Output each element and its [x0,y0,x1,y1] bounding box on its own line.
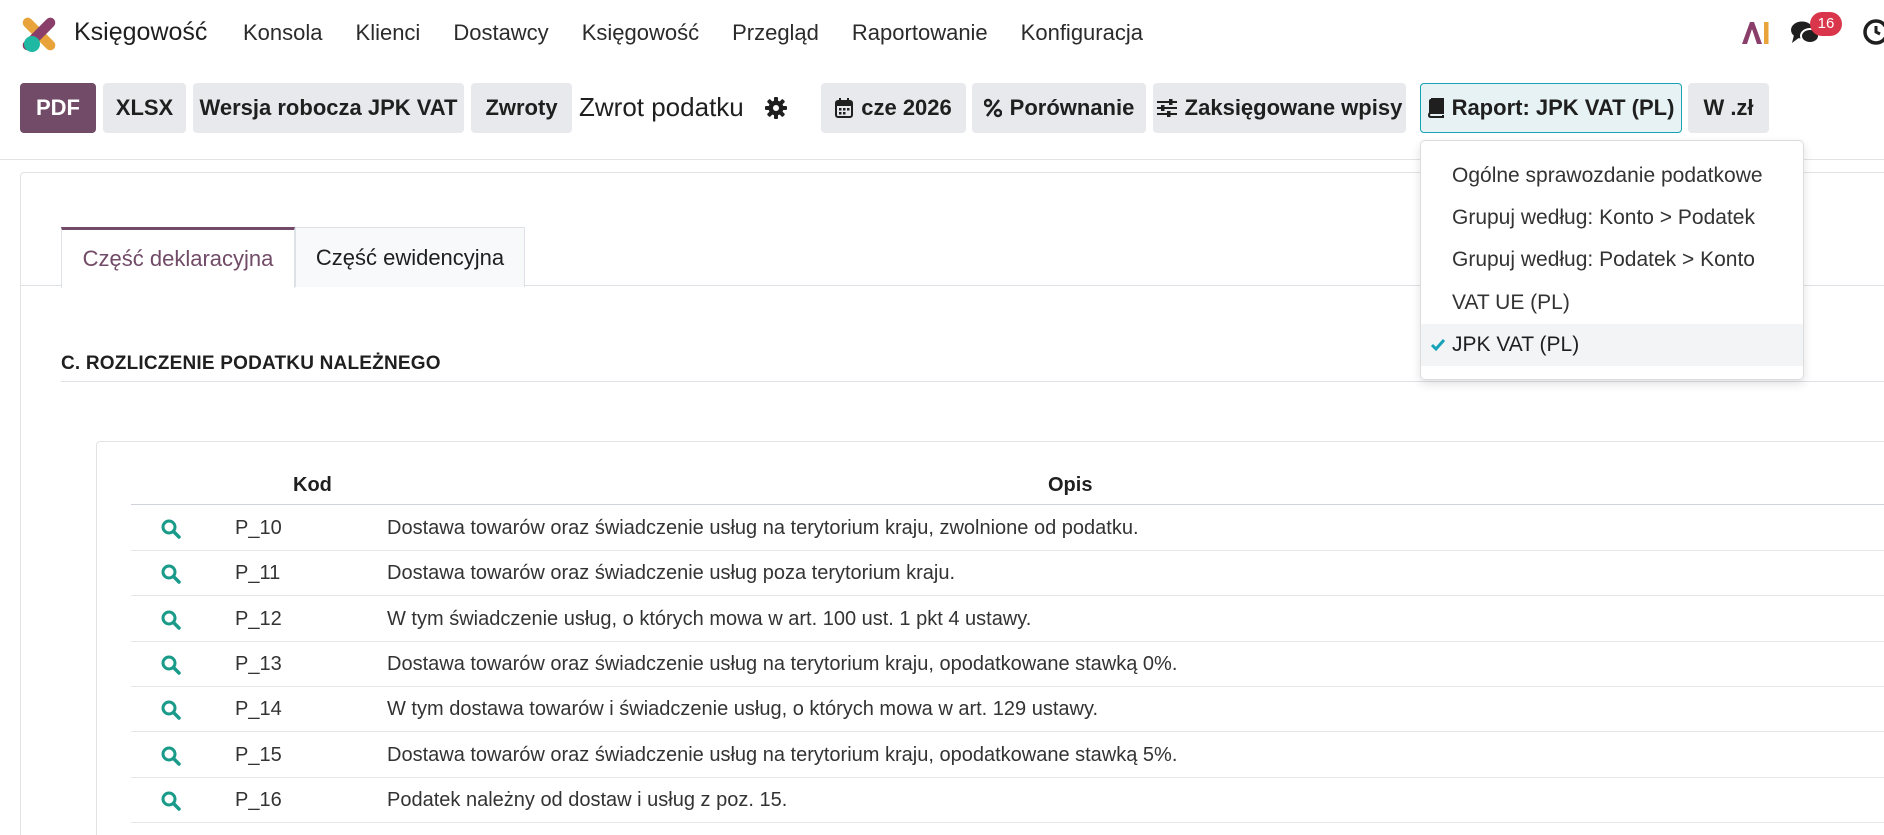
draft-jpk-button[interactable]: Wersja robocza JPK VAT [193,83,464,133]
row-code: P_11 [235,562,281,585]
report-option[interactable]: Ogólne sprawozdanie podatkowe [1421,155,1803,197]
nav-item-przeglad[interactable]: Przegląd [732,20,819,46]
row-description: Dostawa towarów oraz świadczenie usług n… [387,652,1178,675]
draft-label: Wersja robocza JPK VAT [199,95,458,120]
header-divider [131,504,1884,505]
nav-item-konsola[interactable]: Konsola [243,20,323,46]
comparison-label: Porównanie [1009,95,1135,120]
tab-declaration-label: Część deklaracyjna [82,246,274,271]
posted-entries-label: Zaksięgowane wpisy [1184,95,1403,120]
page-title: Zwrot podatku [579,92,744,122]
xlsx-button[interactable]: XLSX [103,83,186,133]
search-icon[interactable] [161,655,181,675]
search-icon[interactable] [161,746,181,766]
row-description: Dostawa towarów oraz świadczenie usług p… [387,562,956,585]
calendar-icon [835,98,854,118]
clock-icon[interactable] [1862,18,1884,46]
row-description: W tym dostawa towarów i świadczenie usłu… [387,698,1099,721]
row-code: P_16 [235,788,282,811]
notification-badge: 16 [1810,12,1842,36]
table-row: P_12 W tym świadczenie usług, o których m… [131,597,1884,642]
table-row: P_13 Dostawa towarów oraz świadczenie usł… [131,642,1884,687]
table-row: P_10 Dostawa towarów oraz świadczenie usł… [131,506,1884,551]
table-row: P_11 Dostawa towarów oraz świadczenie usł… [131,551,1884,597]
currency-button[interactable]: W .zł [1688,83,1769,133]
search-icon[interactable] [161,700,181,720]
nav-item-raportowanie[interactable]: Raportowanie [852,20,988,46]
report-selector-button[interactable]: Raport: JPK VAT (PL) [1420,83,1682,133]
table-row: P_14 W tym dostawa towarów i świadczenie … [131,687,1884,733]
row-code: P_10 [235,517,282,539]
row-code: P_15 [235,743,282,766]
report-selector-label: Raport: JPK VAT (PL) [1451,95,1675,120]
search-icon[interactable] [161,564,181,585]
row-description: Podatek należny od dostaw i usług z poz.… [387,788,788,811]
report-option-label: Ogólne sprawozdanie podatkowe [1452,164,1763,187]
tab-records-label: Część ewidencyjna [315,244,505,270]
row-code: P_12 [235,607,282,630]
report-option[interactable]: Grupuj według: Konto > Podatek [1421,197,1803,239]
xlsx-label: XLSX [115,95,174,120]
table-row: P_16 Podatek należny od dostaw i usług z … [131,778,1884,823]
date-filter-button[interactable]: cze 2026 [821,83,966,133]
row-code: P_13 [235,652,282,675]
top-navbar: Księgowość Konsola Klienci Dostawcy Księ… [0,0,1884,68]
pdf-button[interactable]: PDF [20,83,96,133]
nav-item-konfiguracja[interactable]: Konfiguracja [1021,20,1143,46]
pdf-label: PDF [36,95,80,120]
search-icon[interactable] [161,610,181,630]
report-option[interactable]: JPK VAT (PL) [1421,323,1803,366]
row-description: W tym świadczenie usług, o których mowa … [387,607,1032,630]
app-logo-icon[interactable] [20,14,58,54]
row-description: Dostawa towarów oraz świadczenie usług n… [387,743,1178,766]
search-icon[interactable] [161,519,181,539]
section-divider [61,381,1884,382]
returns-button[interactable]: Zwroty [471,83,572,133]
returns-label: Zwroty [485,95,558,120]
section-title: C. ROZLICZENIE PODATKU NALEŻNEGO [61,353,441,374]
nav-item-klienci[interactable]: Klienci [356,20,421,46]
report-option[interactable]: Grupuj według: Podatek > Konto [1421,239,1803,281]
nav-item-ksiegowosc[interactable]: Księgowość [582,20,699,46]
tab-records[interactable]: Część ewidencyjna [295,227,525,287]
nav-item-dostawcy[interactable]: Dostawcy [453,20,548,46]
column-header-code: Kod [293,474,332,496]
sliders-icon [1156,99,1177,117]
row-code: P_14 [235,698,282,721]
date-filter-label: cze 2026 [861,95,952,120]
row-description: Dostawa towarów oraz świadczenie usług n… [387,517,1139,539]
tax-table: Kod Opis P_10 Dostawa towarów oraz świadc… [96,441,1884,835]
report-option-label: VAT UE (PL) [1452,290,1570,314]
search-icon[interactable] [161,791,181,811]
report-dropdown-menu: Ogólne sprawozdanie podatkowe Grupuj wedł… [1420,140,1804,380]
tab-declaration[interactable]: Część deklaracyjna [61,227,295,288]
comparison-button[interactable]: Porównanie [972,83,1146,133]
report-option-label: JPK VAT (PL) [1452,332,1580,356]
posted-entries-button[interactable]: Zaksięgowane wpisy [1153,83,1406,133]
table-row: P_15 Dostawa towarów oraz świadczenie usł… [131,733,1884,778]
gear-icon[interactable] [765,97,787,119]
currency-label: W .zł [1703,95,1754,120]
percent-icon [983,98,1002,118]
report-option[interactable]: VAT UE (PL) [1421,282,1803,324]
ai-icon[interactable] [1740,20,1770,46]
app-name[interactable]: Księgowość [74,18,207,47]
book-icon [1427,98,1444,118]
main-menu: Konsola Klienci Dostawcy Księgowość Prze… [243,20,1176,46]
report-option-label: Grupuj według: Konto > Podatek [1452,206,1755,230]
column-header-description: Opis [1048,474,1093,496]
report-option-label: Grupuj według: Podatek > Konto [1452,248,1755,272]
check-icon [1431,338,1445,351]
